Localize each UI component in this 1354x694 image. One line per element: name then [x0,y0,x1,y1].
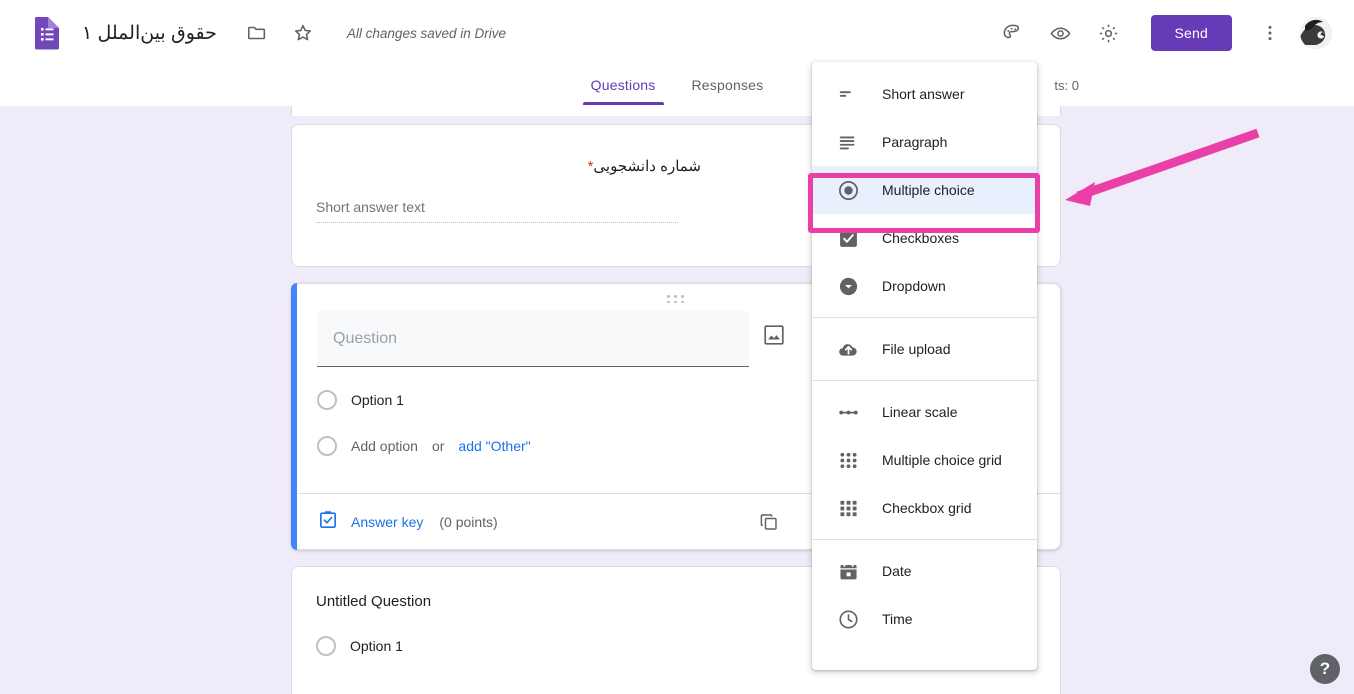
menu-item-label: Checkbox grid [882,500,972,516]
linear-scale-icon [836,400,860,424]
star-icon[interactable] [283,13,323,53]
or-label: or [431,438,445,454]
google-forms-icon[interactable] [32,16,62,50]
radio-button-icon[interactable] [317,390,337,410]
more-vert-icon[interactable] [1250,13,1290,53]
palette-icon[interactable] [993,13,1033,53]
form-canvas: شماره دانشجویی* Short answer text Questi… [0,106,1354,694]
add-other-button[interactable]: add "Other" [458,438,530,454]
tab-questions[interactable]: Questions [573,66,674,105]
dropdown-icon [836,274,860,298]
menu-item-label: Multiple choice [882,182,975,198]
option-label: Option 1 [351,392,404,408]
tab-responses[interactable]: Responses [674,66,782,105]
radio-button-icon [836,178,860,202]
menu-item-short-answer[interactable]: Short answer [812,70,1037,118]
duplicate-icon[interactable] [758,511,780,533]
add-option-row[interactable]: Add option or add "Other" [317,436,531,456]
menu-item-file-upload[interactable]: File upload [812,325,1037,373]
radio-button-icon [317,436,337,456]
active-card-accent-bar [291,283,297,550]
answer-key-button[interactable]: Answer key [317,509,423,534]
cloud-upload-icon [836,337,860,361]
menu-item-label: File upload [882,341,951,357]
menu-item-label: Short answer [882,86,965,102]
question-type-dropdown[interactable]: Short answer Paragraph Multiple choice C… [812,62,1037,670]
question-input-wrap: Question [317,311,749,367]
drag-handle-icon[interactable] [663,294,689,304]
tabs-container: Questions Responses [0,66,1354,106]
menu-item-label: Multiple choice grid [882,452,1002,468]
menu-item-checkbox-grid[interactable]: Checkbox grid [812,484,1037,532]
document-title[interactable]: حقوق بین‌الملل ۱ [76,20,223,47]
clock-icon [836,607,860,631]
google-forms-editor: حقوق بین‌الملل ۱ All changes saved in Dr… [0,0,1354,694]
tab-bar: Questions Responses ts: 0 [0,66,1354,106]
total-points-label: ts: 0 [1054,78,1079,93]
image-attach-icon[interactable] [761,322,787,348]
app-header: حقوق بین‌الملل ۱ All changes saved in Dr… [0,0,1354,66]
short-answer-placeholder[interactable]: Short answer text [316,199,678,223]
paragraph-icon [836,130,860,154]
checkbox-grid-icon [836,496,860,520]
send-button[interactable]: Send [1150,15,1232,51]
option-row[interactable]: Option 1 [317,390,404,410]
menu-divider [812,380,1037,381]
radio-button-icon[interactable] [316,636,336,656]
menu-item-paragraph[interactable]: Paragraph [812,118,1037,166]
menu-divider [812,317,1037,318]
menu-item-time[interactable]: Time [812,595,1037,643]
menu-item-label: Linear scale [882,404,958,420]
menu-item-label: Dropdown [882,278,946,294]
menu-divider [812,539,1037,540]
answer-key-icon [317,509,339,534]
option-label: Option 1 [350,638,403,654]
question-input[interactable]: Question [317,311,749,367]
menu-item-linear-scale[interactable]: Linear scale [812,388,1037,436]
menu-item-multiple-choice-grid[interactable]: Multiple choice grid [812,436,1037,484]
answer-key-label: Answer key [351,513,424,530]
avatar[interactable] [1300,17,1332,49]
menu-item-checkboxes[interactable]: Checkboxes [812,214,1037,262]
points-label: (0 points) [439,513,498,530]
menu-item-date[interactable]: Date [812,547,1037,595]
help-button[interactable]: ? [1310,654,1340,684]
add-option-label[interactable]: Add option [351,438,418,454]
save-status: All changes saved in Drive [346,25,506,41]
menu-item-label: Time [882,611,913,627]
gear-icon[interactable] [1089,13,1129,53]
menu-item-label: Checkboxes [882,230,960,246]
question-title: شماره دانشجویی* [316,149,701,175]
folder-icon[interactable] [237,13,277,53]
radio-grid-icon [836,448,860,472]
menu-item-multiple-choice[interactable]: Multiple choice [812,166,1037,214]
menu-item-label: Date [882,563,912,579]
eye-icon[interactable] [1041,13,1081,53]
checkbox-icon [836,226,860,250]
short-answer-icon [836,82,860,106]
question-title-text: شماره دانشجویی [593,158,701,175]
calendar-icon [836,559,860,583]
header-actions: Send [993,13,1341,53]
menu-item-label: Paragraph [882,134,948,150]
menu-item-dropdown[interactable]: Dropdown [812,262,1037,310]
